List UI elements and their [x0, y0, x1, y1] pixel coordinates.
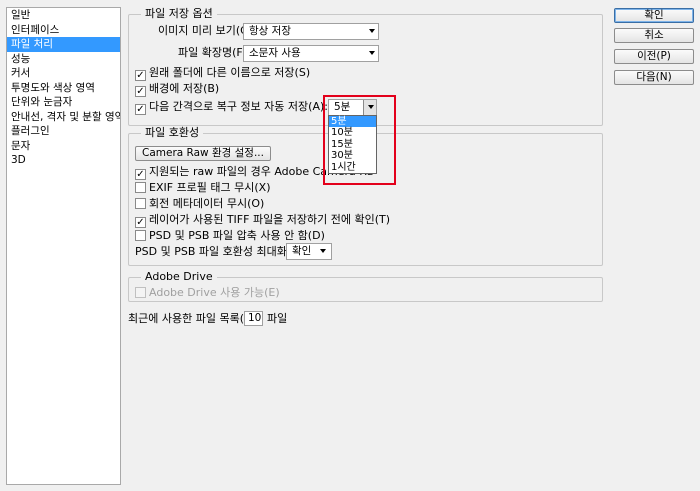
checkbox-checked-icon[interactable]: ✓ [135, 217, 146, 228]
camera-raw-preferences-button[interactable]: Camera Raw 환경 설정... [135, 146, 271, 161]
file-save-options-title: 파일 저장 옵션 [141, 7, 217, 21]
sidebar-item-transparency-gamut[interactable]: 투명도와 색상 영역 [7, 81, 120, 96]
ignore-rotation-checkbox[interactable]: 회전 메타데이터 무시(O) [135, 197, 264, 211]
recent-files-unit: 파일 [267, 312, 288, 325]
file-compatibility-title: 파일 호환성 [141, 126, 204, 140]
ignore-rotation-label: 회전 메타데이터 무시(O) [149, 197, 265, 210]
ignore-exif-checkbox[interactable]: EXIF 프로필 태그 무시(X) [135, 181, 271, 195]
maximize-compatibility-label: PSD 및 PSB 파일 호환성 최대화(M): [135, 245, 309, 258]
save-background-label: 배경에 저장(B) [149, 82, 220, 95]
chevron-down-icon [369, 29, 375, 33]
chevron-down-icon [320, 249, 326, 253]
ignore-exif-label: EXIF 프로필 태그 무시(X) [149, 181, 271, 194]
ask-tiff-layers-label: 레이어가 사용된 TIFF 파일을 저장하기 전에 확인(T) [149, 213, 391, 226]
highlight-annotation-box [323, 95, 396, 185]
disable-psd-compression-checkbox[interactable]: PSD 및 PSB 파일 압축 사용 안 함(D) [135, 229, 325, 243]
maximize-compatibility-select[interactable]: 확인 [286, 243, 332, 260]
image-preview-label: 이미지 미리 보기(G): [158, 24, 257, 37]
file-extension-select[interactable]: 소문자 사용 [243, 45, 379, 62]
chevron-down-icon [369, 51, 375, 55]
checkbox-unchecked-icon[interactable] [135, 230, 146, 241]
prev-button[interactable]: 이전(P) [614, 49, 694, 64]
sidebar-item-performance[interactable]: 성능 [7, 52, 120, 67]
save-background-checkbox[interactable]: ✓ 배경에 저장(B) [135, 82, 220, 97]
sidebar-item-3d[interactable]: 3D [7, 153, 120, 168]
save-original-folder-checkbox[interactable]: ✓ 원래 폴더에 다른 이름으로 저장(S) [135, 66, 311, 81]
disable-psd-compression-label: PSD 및 PSB 파일 압축 사용 안 함(D) [149, 229, 325, 242]
checkbox-disabled-icon[interactable] [135, 287, 146, 298]
adobe-drive-enable-checkbox[interactable]: Adobe Drive 사용 가능(E) [135, 286, 280, 300]
sidebar-item-plugins[interactable]: 플러그인 [7, 124, 120, 139]
autosave-label: 다음 간격으로 복구 정보 자동 저장(A): [149, 100, 328, 113]
image-preview-select[interactable]: 항상 저장 [243, 23, 379, 40]
recent-files-label: 최근에 사용한 파일 목록(R): [128, 312, 260, 325]
file-extension-value: 소문자 사용 [249, 47, 301, 59]
autosave-checkbox[interactable]: ✓ 다음 간격으로 복구 정보 자동 저장(A): [135, 100, 328, 115]
cancel-button[interactable]: 취소 [614, 28, 694, 43]
sidebar-item-cursors[interactable]: 커서 [7, 66, 120, 81]
sidebar-item-interface[interactable]: 인터페이스 [7, 23, 120, 38]
next-button[interactable]: 다음(N) [614, 70, 694, 85]
save-original-folder-label: 원래 폴더에 다른 이름으로 저장(S) [149, 66, 311, 79]
sidebar-item-file-handling[interactable]: 파일 처리 [7, 37, 120, 52]
image-preview-value: 항상 저장 [249, 25, 291, 37]
checkbox-unchecked-icon[interactable] [135, 182, 146, 193]
preferences-category-list[interactable]: 일반 인터페이스 파일 처리 성능 커서 투명도와 색상 영역 단위와 눈금자 … [6, 7, 121, 485]
checkbox-checked-icon[interactable]: ✓ [135, 86, 146, 97]
file-extension-label: 파일 확장명(F): [178, 46, 251, 59]
sidebar-item-guides-grid-slices[interactable]: 안내선, 격자 및 분할 영역 [7, 110, 120, 125]
sidebar-item-type[interactable]: 문자 [7, 139, 120, 154]
adobe-drive-title: Adobe Drive [141, 270, 217, 284]
adobe-drive-enable-label: Adobe Drive 사용 가능(E) [149, 286, 280, 299]
recent-files-count-input[interactable]: 10 [244, 311, 263, 326]
checkbox-checked-icon[interactable]: ✓ [135, 70, 146, 81]
checkbox-checked-icon[interactable]: ✓ [135, 104, 146, 115]
ok-button[interactable]: 확인 [614, 8, 694, 23]
sidebar-item-units-rulers[interactable]: 단위와 눈금자 [7, 95, 120, 110]
sidebar-item-general[interactable]: 일반 [7, 8, 120, 23]
checkbox-unchecked-icon[interactable] [135, 198, 146, 209]
ask-tiff-layers-checkbox[interactable]: ✓ 레이어가 사용된 TIFF 파일을 저장하기 전에 확인(T) [135, 213, 391, 228]
maximize-compatibility-value: 확인 [292, 245, 312, 257]
checkbox-checked-icon[interactable]: ✓ [135, 169, 146, 180]
